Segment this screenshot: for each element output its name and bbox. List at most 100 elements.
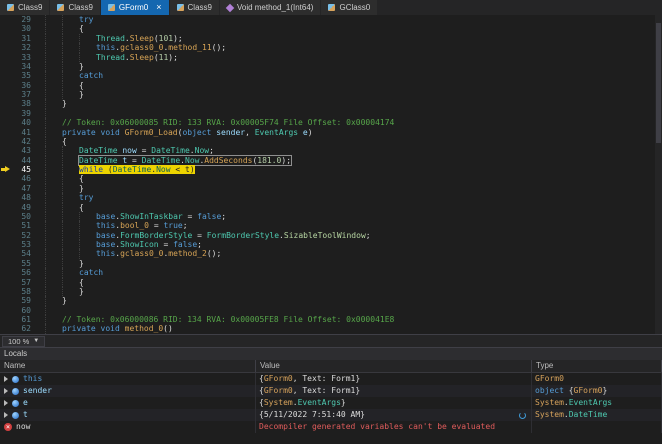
breakpoint-gutter[interactable] xyxy=(0,306,13,315)
code-line-53[interactable]: 53base.ShowIcon = false; xyxy=(0,240,662,249)
code-text: { xyxy=(35,203,662,212)
code-line-56[interactable]: 56catch xyxy=(0,268,662,277)
code-line-49[interactable]: 49{ xyxy=(0,203,662,212)
breakpoint-gutter[interactable] xyxy=(0,240,13,249)
code-line-46[interactable]: 46{ xyxy=(0,174,662,183)
code-line-34[interactable]: 34} xyxy=(0,62,662,71)
breakpoint-gutter[interactable] xyxy=(0,259,13,268)
breakpoint-gutter[interactable] xyxy=(0,165,13,174)
code-line-44[interactable]: 44DateTime t = DateTime.Now.AddSeconds(1… xyxy=(0,156,662,165)
line-number: 55 xyxy=(13,259,35,268)
tab-close-button[interactable]: × xyxy=(156,3,161,12)
indent-guide xyxy=(62,24,63,33)
code-line-30[interactable]: 30{ xyxy=(0,24,662,33)
code-line-54[interactable]: 54this.gclass0_0.method_2(); xyxy=(0,249,662,258)
code-line-33[interactable]: 33Thread.Sleep(11); xyxy=(0,53,662,62)
code-line-43[interactable]: 43DateTime now = DateTime.Now; xyxy=(0,146,662,155)
indent-guide xyxy=(45,71,46,80)
breakpoint-gutter[interactable] xyxy=(0,24,13,33)
tab-gclass0[interactable]: GClass0 xyxy=(321,0,377,15)
code-line-31[interactable]: 31Thread.Sleep(101); xyxy=(0,34,662,43)
expand-arrow-icon[interactable] xyxy=(4,400,8,406)
breakpoint-gutter[interactable] xyxy=(0,296,13,305)
code-line-39[interactable]: 39 xyxy=(0,109,662,118)
breakpoint-gutter[interactable] xyxy=(0,156,13,165)
code-line-45[interactable]: 45while (DateTime.Now < t) xyxy=(0,165,662,174)
zoom-select[interactable]: 100 % ▼ xyxy=(2,336,45,347)
code-line-32[interactable]: 32this.gclass0_0.method_11(); xyxy=(0,43,662,52)
breakpoint-gutter[interactable] xyxy=(0,203,13,212)
breakpoint-gutter[interactable] xyxy=(0,146,13,155)
code-line-36[interactable]: 36{ xyxy=(0,81,662,90)
expand-arrow-icon[interactable] xyxy=(4,412,8,418)
breakpoint-gutter[interactable] xyxy=(0,231,13,240)
breakpoint-gutter[interactable] xyxy=(0,128,13,137)
breakpoint-gutter[interactable] xyxy=(0,278,13,287)
code-line-57[interactable]: 57{ xyxy=(0,278,662,287)
code-line-58[interactable]: 58} xyxy=(0,287,662,296)
code-line-35[interactable]: 35catch xyxy=(0,71,662,80)
code-editor[interactable]: 29try30{31Thread.Sleep(101);32this.gclas… xyxy=(0,15,662,334)
scrollbar-thumb[interactable] xyxy=(656,23,661,143)
tab-class9[interactable]: Class9 xyxy=(170,0,219,15)
breakpoint-gutter[interactable] xyxy=(0,62,13,71)
breakpoint-gutter[interactable] xyxy=(0,43,13,52)
breakpoint-gutter[interactable] xyxy=(0,324,13,333)
locals-row-this[interactable]: this{GForm0, Text: Form1}GForm0 xyxy=(0,373,662,385)
breakpoint-gutter[interactable] xyxy=(0,249,13,258)
breakpoint-gutter[interactable] xyxy=(0,15,13,24)
code-line-59[interactable]: 59} xyxy=(0,296,662,305)
code-line-40[interactable]: 40// Token: 0x06000085 RID: 133 RVA: 0x0… xyxy=(0,118,662,127)
token: FormBorderStyle xyxy=(120,231,192,240)
breakpoint-gutter[interactable] xyxy=(0,193,13,202)
breakpoint-gutter[interactable] xyxy=(0,184,13,193)
code-line-38[interactable]: 38} xyxy=(0,99,662,108)
code-line-60[interactable]: 60 xyxy=(0,306,662,315)
editor-vertical-scrollbar[interactable] xyxy=(655,15,662,334)
locals-type-cell: object {GForm0} xyxy=(532,385,662,397)
refresh-icon[interactable] xyxy=(519,412,526,419)
code-line-29[interactable]: 29try xyxy=(0,15,662,24)
indent-guide xyxy=(62,221,63,230)
code-line-52[interactable]: 52base.FormBorderStyle = FormBorderStyle… xyxy=(0,231,662,240)
expand-arrow-icon[interactable] xyxy=(4,388,8,394)
code-line-47[interactable]: 47} xyxy=(0,184,662,193)
locals-header-type[interactable]: Type xyxy=(532,360,662,372)
breakpoint-gutter[interactable] xyxy=(0,212,13,221)
breakpoint-gutter[interactable] xyxy=(0,71,13,80)
breakpoint-gutter[interactable] xyxy=(0,53,13,62)
breakpoint-gutter[interactable] xyxy=(0,137,13,146)
locals-row-e[interactable]: e{System.EventArgs}System.EventArgs xyxy=(0,397,662,409)
breakpoint-gutter[interactable] xyxy=(0,268,13,277)
code-line-61[interactable]: 61// Token: 0x06000086 RID: 134 RVA: 0x0… xyxy=(0,315,662,324)
tab-class9[interactable]: Class9 xyxy=(50,0,99,15)
breakpoint-gutter[interactable] xyxy=(0,34,13,43)
breakpoint-gutter[interactable] xyxy=(0,99,13,108)
token: DateTime xyxy=(151,146,190,155)
code-line-50[interactable]: 50base.ShowInTaskbar = false; xyxy=(0,212,662,221)
breakpoint-gutter[interactable] xyxy=(0,174,13,183)
breakpoint-gutter[interactable] xyxy=(0,118,13,127)
breakpoint-gutter[interactable] xyxy=(0,90,13,99)
code-line-51[interactable]: 51this.bool_0 = true; xyxy=(0,221,662,230)
breakpoint-gutter[interactable] xyxy=(0,109,13,118)
locals-row-t[interactable]: t{5/11/2022 7:51:40 AM}System.DateTime xyxy=(0,409,662,421)
breakpoint-gutter[interactable] xyxy=(0,315,13,324)
tab-void-method-1-int64-[interactable]: Void method_1(Int64) xyxy=(220,0,321,15)
code-line-42[interactable]: 42{ xyxy=(0,137,662,146)
locals-row-sender[interactable]: sender{GForm0, Text: Form1}object {GForm… xyxy=(0,385,662,397)
code-line-55[interactable]: 55} xyxy=(0,259,662,268)
locals-header-name[interactable]: Name xyxy=(0,360,256,372)
tab-class9[interactable]: Class9 xyxy=(0,0,49,15)
locals-header-value[interactable]: Value xyxy=(256,360,532,372)
locals-row-now[interactable]: ×nowDecompiler generated variables can't… xyxy=(0,421,662,433)
tab-gform0[interactable]: GForm0× xyxy=(101,0,169,15)
code-line-48[interactable]: 48try xyxy=(0,193,662,202)
code-line-62[interactable]: 62private void method_0() xyxy=(0,324,662,333)
expand-arrow-icon[interactable] xyxy=(4,376,8,382)
breakpoint-gutter[interactable] xyxy=(0,221,13,230)
breakpoint-gutter[interactable] xyxy=(0,287,13,296)
code-line-37[interactable]: 37} xyxy=(0,90,662,99)
breakpoint-gutter[interactable] xyxy=(0,81,13,90)
code-line-41[interactable]: 41private void GForm0_Load(object sender… xyxy=(0,128,662,137)
